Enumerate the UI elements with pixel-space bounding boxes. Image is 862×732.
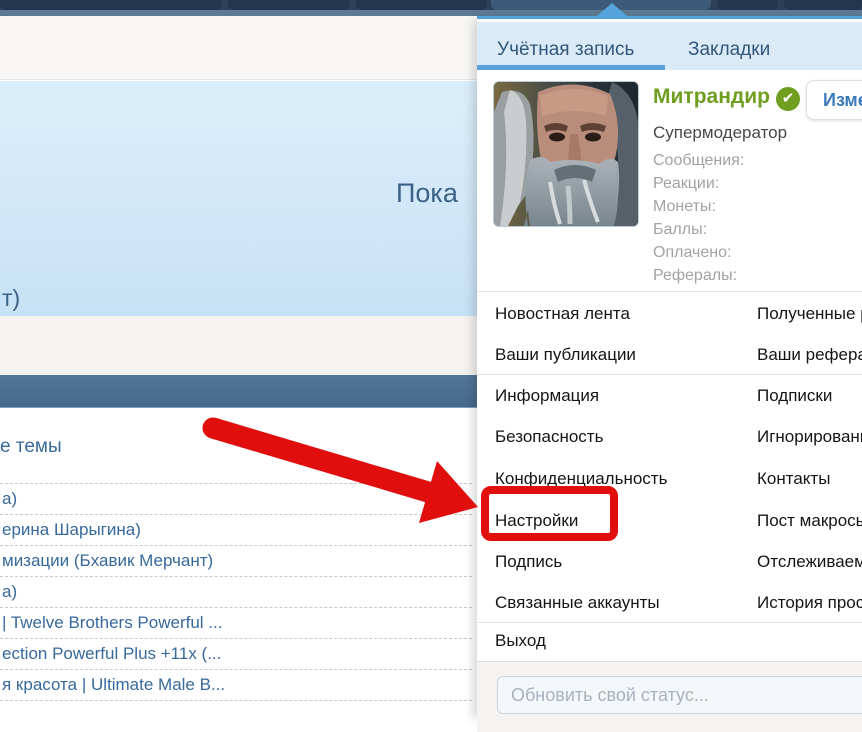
menu-item-post-macros[interactable]: Пост макросы: [757, 511, 862, 531]
edit-profile-button[interactable]: Изменить: [806, 80, 862, 120]
topic-link[interactable]: ection Powerful Plus +11x (...: [0, 639, 472, 670]
user-avatar[interactable]: [493, 81, 639, 227]
username[interactable]: Митрандир: [653, 85, 770, 109]
stat-label: Оплачено:: [653, 241, 744, 264]
active-tab-indicator: [477, 65, 665, 70]
topic-link[interactable]: мизации (Бхавик Мерчант): [0, 546, 472, 577]
status-update-input[interactable]: [497, 676, 862, 714]
menu-item-subscriptions[interactable]: Подписки: [757, 386, 832, 406]
topic-link[interactable]: а): [0, 484, 472, 515]
menu-divider: [477, 622, 862, 623]
menu-item-following[interactable]: Отслеживаемые: [757, 552, 862, 572]
topic-link[interactable]: | Twelve Brothers Powerful ...: [0, 608, 472, 639]
menu-item-ignoring[interactable]: Игнорирование: [757, 427, 862, 447]
forum-page: { "page": { "banner": { "fragment": "т)"…: [0, 0, 862, 712]
popup-tabstrip: Учётная запись Закладки: [477, 22, 862, 70]
nav-tab-row: [0, 0, 862, 10]
topic-link[interactable]: а): [0, 577, 472, 608]
menu-item-security[interactable]: Безопасность: [495, 427, 603, 447]
menu-item-history[interactable]: История просмотров: [757, 593, 862, 613]
nav-tab-3[interactable]: [356, 0, 487, 10]
user-role-label: Супермодератор: [653, 123, 787, 143]
menu-divider: [477, 291, 862, 292]
topic-link[interactable]: ерина Шарыгина): [0, 515, 472, 546]
nav-tab-5[interactable]: [717, 0, 778, 10]
topic-link[interactable]: я красота | Ultimate Male B...: [0, 670, 472, 701]
nav-tab-6[interactable]: [784, 0, 862, 10]
tab-bookmarks[interactable]: Закладки: [688, 39, 770, 61]
stat-label: Рефералы:: [653, 264, 744, 287]
menu-item-your-content[interactable]: Ваши публикации: [495, 345, 636, 365]
stat-label: Реакции:: [653, 172, 744, 195]
banner-right-text: Пока: [396, 178, 458, 209]
tab-account[interactable]: Учётная запись: [497, 39, 634, 61]
stat-label: Сообщения:: [653, 149, 744, 172]
nav-tab-1[interactable]: [0, 0, 222, 10]
menu-item-your-referrals[interactable]: Ваши рефералы: [757, 345, 862, 365]
menu-item-privacy[interactable]: Конфиденциальность: [495, 469, 667, 489]
user-stats: Сообщения: Реакции: Монеты: Баллы: Оплач…: [653, 149, 744, 287]
banner-text-fragment: т): [2, 285, 20, 312]
topic-list: а) ерина Шарыгина) мизации (Бхавик Мерча…: [0, 483, 472, 701]
gandalf-avatar-image: [494, 82, 638, 226]
menu-item-information[interactable]: Информация: [495, 386, 599, 406]
menu-item-connected-accounts[interactable]: Связанные аккаунты: [495, 593, 660, 613]
menu-item-preferences[interactable]: Настройки: [495, 511, 578, 531]
nav-tab-2[interactable]: [228, 0, 350, 10]
menu-item-logout[interactable]: Выход: [495, 631, 546, 651]
popup-footer: [477, 661, 862, 732]
stat-label: Монеты:: [653, 195, 744, 218]
menu-item-signature[interactable]: Подпись: [495, 552, 562, 572]
menu-item-news-feed[interactable]: Новостная лента: [495, 304, 630, 324]
menu-item-reactions-received[interactable]: Полученные реакции: [757, 304, 862, 324]
similar-threads-heading: е темы: [0, 436, 62, 458]
top-navigation-bar: [0, 0, 862, 16]
popup-caret-icon: [597, 3, 627, 16]
menu-item-contacts[interactable]: Контакты: [757, 469, 830, 489]
stat-label: Баллы:: [653, 218, 744, 241]
menu-divider: [477, 374, 862, 375]
verified-badge-icon: ✔: [776, 87, 800, 111]
account-popup: Учётная запись Закладки: [477, 16, 862, 715]
